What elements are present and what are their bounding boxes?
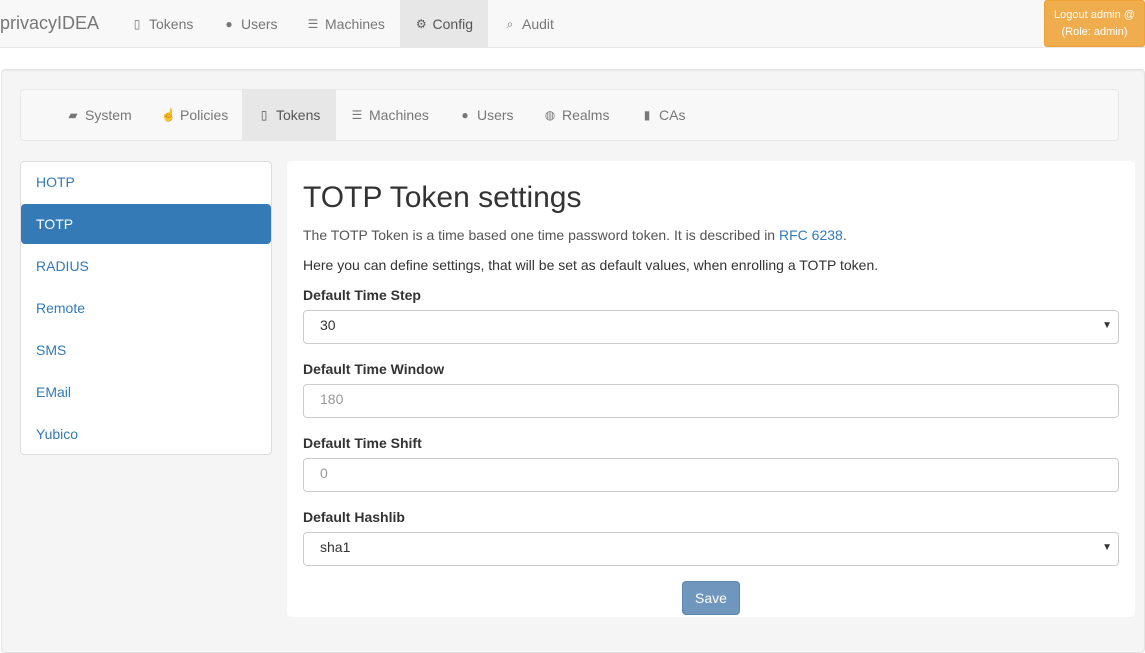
gear-icon: ⚙ — [415, 17, 427, 31]
search-icon: ⌕ — [506, 17, 514, 31]
timestep-label: Default Time Step — [303, 287, 421, 303]
hand-icon: ☝ — [161, 108, 176, 122]
description: The TOTP Token is a time based one time … — [303, 227, 847, 243]
nav-config[interactable]: ⚙ Config — [400, 0, 488, 48]
subnav-realms-label: Realms — [562, 107, 610, 123]
user-icon: ● — [461, 108, 469, 122]
sidebar-item-totp[interactable]: TOTP — [21, 204, 271, 244]
bookmark-icon: ▮ — [643, 108, 651, 122]
subnav-system[interactable]: ▰ System — [51, 90, 147, 140]
hashlib-label: Default Hashlib — [303, 509, 405, 525]
sidebar-item-yubico[interactable]: Yubico — [21, 414, 271, 454]
nav-tokens[interactable]: ▯ Tokens — [115, 0, 208, 48]
nav-machines[interactable]: ☰ Machines — [291, 0, 400, 48]
description-prefix: The TOTP Token is a time based one time … — [303, 227, 779, 243]
caret-down-icon: ▼ — [1102, 542, 1112, 553]
hashlib-value: sha1 — [320, 539, 351, 555]
nav-config-label: Config — [432, 16, 473, 32]
nav-users-label: Users — [241, 16, 278, 32]
briefcase-icon: ▰ — [68, 108, 78, 122]
timeshift-label: Default Time Shift — [303, 435, 422, 451]
logout-button[interactable]: Logout admin @ (Role: admin) — [1044, 0, 1145, 47]
nav-tokens-label: Tokens — [149, 16, 194, 32]
subnav-cas-label: CAs — [659, 107, 686, 123]
sidebar-item-sms[interactable]: SMS — [21, 330, 271, 370]
subnav-policies-label: Policies — [180, 107, 229, 123]
subnav-users[interactable]: ● Users — [443, 90, 529, 140]
top-navbar: privacyIDEA ▯ Tokens ● Users ☰ Machines … — [0, 0, 1145, 48]
totp-settings-panel: TOTP Token settings The TOTP Token is a … — [287, 161, 1135, 617]
subnav-system-label: System — [85, 107, 132, 123]
page-title: TOTP Token settings — [303, 181, 582, 214]
subnav-machines[interactable]: ☰ Machines — [335, 90, 444, 140]
caret-down-icon: ▼ — [1102, 320, 1112, 331]
server-icon: ☰ — [351, 108, 363, 122]
sidebar-item-hotp[interactable]: HOTP — [21, 162, 271, 202]
hashlib-select[interactable]: sha1 ▼ — [303, 532, 1119, 566]
timestep-value: 30 — [320, 317, 336, 333]
description-defaults: Here you can define settings, that will … — [303, 257, 879, 273]
logout-line1: Logout admin @ — [1054, 9, 1135, 21]
token-type-sidebar: HOTP TOTP RADIUS Remote SMS EMail Yubico — [20, 161, 272, 455]
mobile-icon: ▯ — [260, 108, 268, 122]
rfc-link[interactable]: RFC 6238 — [779, 227, 843, 243]
config-subnav: ▰ System ☝ Policies ▯ Tokens ☰ Machines … — [20, 89, 1119, 141]
nav-users[interactable]: ● Users — [207, 0, 293, 48]
subnav-machines-label: Machines — [369, 107, 429, 123]
globe-icon: ◍ — [544, 108, 556, 122]
nav-audit-label: Audit — [522, 16, 554, 32]
sidebar-item-remote[interactable]: Remote — [21, 288, 271, 328]
subnav-realms[interactable]: ◍ Realms — [528, 90, 624, 140]
nav-machines-label: Machines — [325, 16, 385, 32]
subnav-tokens-label: Tokens — [276, 107, 321, 123]
server-icon: ☰ — [307, 17, 319, 31]
timeshift-input[interactable]: 0 — [303, 458, 1119, 492]
save-button[interactable]: Save — [682, 581, 740, 615]
user-icon: ● — [225, 17, 233, 31]
nav-audit[interactable]: ⌕ Audit — [488, 0, 569, 48]
subnav-users-label: Users — [477, 107, 514, 123]
timewindow-label: Default Time Window — [303, 361, 445, 377]
sidebar-item-email[interactable]: EMail — [21, 372, 271, 412]
subnav-cas[interactable]: ▮ CAs — [625, 90, 700, 140]
brand-logo[interactable]: privacyIDEA — [0, 13, 99, 34]
sidebar-item-radius[interactable]: RADIUS — [21, 246, 271, 286]
logout-line2: (Role: admin) — [1061, 26, 1128, 38]
timestep-select[interactable]: 30 ▼ — [303, 310, 1119, 344]
description-suffix: . — [842, 227, 847, 243]
timewindow-input[interactable]: 180 — [303, 384, 1119, 418]
subnav-policies[interactable]: ☝ Policies — [146, 90, 243, 140]
mobile-icon: ▯ — [133, 17, 141, 31]
subnav-tokens[interactable]: ▯ Tokens — [242, 90, 336, 140]
